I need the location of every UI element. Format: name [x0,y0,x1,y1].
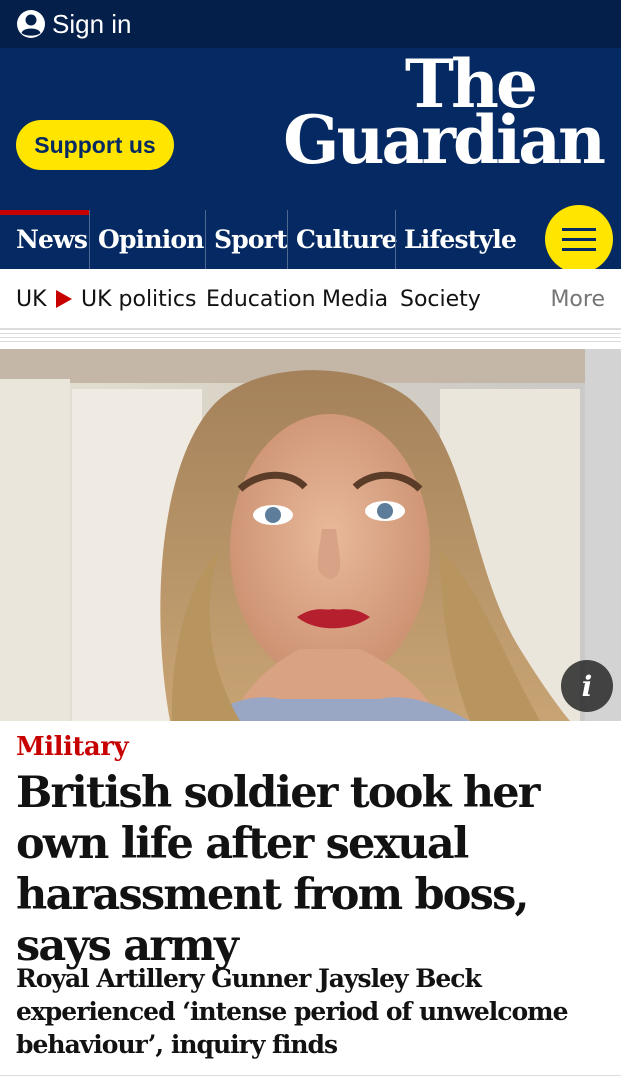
masthead: Support us The Guardian [0,48,621,210]
guardian-logo[interactable]: The Guardian [283,51,606,179]
pillar-opinion[interactable]: Opinion [89,210,205,269]
signin-bar: Sign in [0,0,621,48]
subnav-more-button[interactable]: More [550,287,605,312]
subnav-item-education[interactable]: Education [206,287,316,312]
divider [0,1075,621,1076]
info-icon[interactable]: i [561,660,613,712]
article-headline: British soldier took her own life after … [16,768,540,971]
logo-line-guardian: Guardian [283,101,606,179]
signin-link[interactable]: Sign in [52,9,132,40]
pillar-opinion-label: Opinion [98,225,204,254]
pillar-sport-label: Sport [214,225,288,254]
active-pillar-indicator [0,210,89,215]
subnav-item-uk[interactable]: UK [16,287,47,312]
pillar-nav: News Opinion Sport Culture Lifestyle [0,210,621,269]
menu-icon-line [562,227,596,231]
menu-icon-line [562,247,596,251]
support-us-button[interactable]: Support us [16,120,174,170]
article-photo[interactable] [0,349,621,721]
triangle-right-icon [56,290,72,308]
subnav-item-media[interactable]: Media [322,287,388,312]
menu-icon-line [562,237,596,241]
section-kicker[interactable]: Military [16,732,129,762]
pillar-culture-label: Culture [296,225,398,254]
article-standfirst: Royal Artillery Gunner Jaysley Beck expe… [16,964,569,1059]
subnav-item-society[interactable]: Society [400,287,481,312]
pillar-news-label: News [16,225,88,254]
user-icon[interactable] [16,9,46,39]
pillar-sport[interactable]: Sport [205,210,288,269]
photo-illustration [0,349,621,721]
pillar-news[interactable]: News [0,210,89,269]
section-divider [0,329,621,349]
pillar-lifestyle-label: Lifestyle [404,225,517,254]
pillar-lifestyle[interactable]: Lifestyle [395,210,535,269]
menu-icon[interactable] [545,205,613,273]
pillar-culture[interactable]: Culture [287,210,398,269]
subnav: UK UK politics Education Media Society M… [0,269,621,329]
subnav-item-uk-politics[interactable]: UK politics [81,287,196,312]
